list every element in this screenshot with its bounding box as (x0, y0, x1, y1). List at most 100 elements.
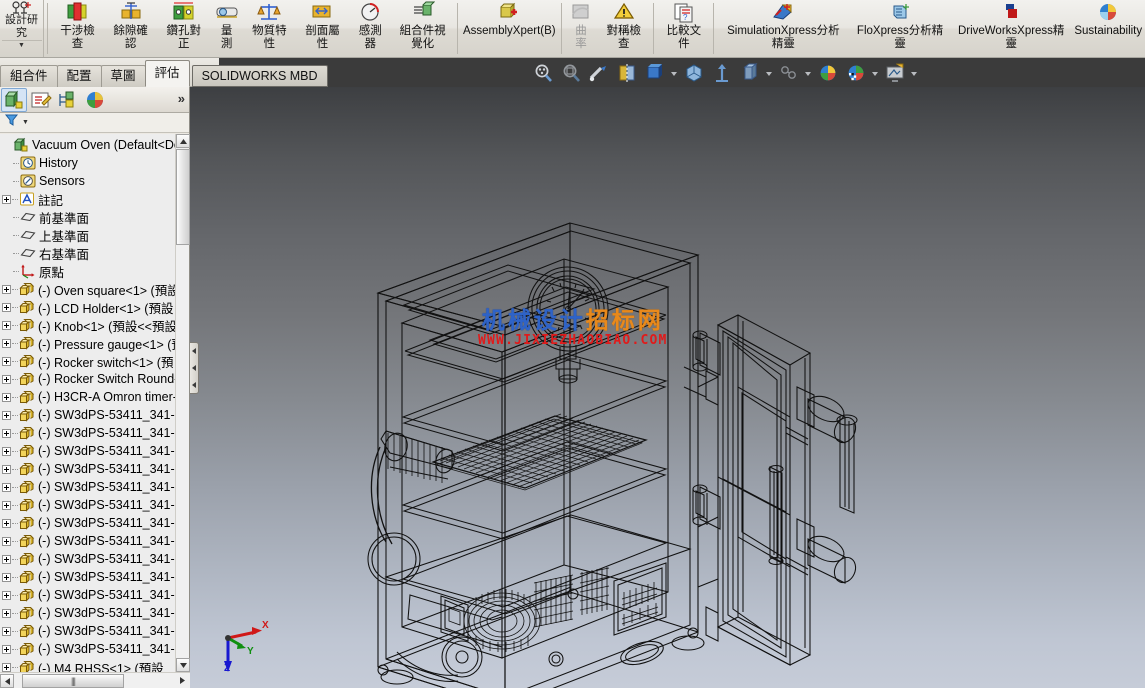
ribbon-button-hole-alignment[interactable]: 鑽孔對正 (157, 0, 210, 57)
tree-row[interactable]: (-) SW3dPS-53411_341-F (0, 586, 175, 604)
tree-expand-icon[interactable] (2, 392, 11, 402)
tree-expand-icon[interactable] (2, 590, 11, 600)
ribbon-button-mass-properties[interactable]: 物質特性 (243, 0, 296, 57)
tree-row[interactable]: (-) Pressure gauge<1> (預 (0, 334, 175, 352)
tree-expand-icon[interactable] (2, 554, 11, 564)
tree-expand-icon[interactable] (2, 482, 11, 492)
view-settings-icon[interactable] (817, 62, 839, 84)
zoom-to-area-icon[interactable] (560, 62, 582, 84)
tree-expand-icon[interactable] (2, 320, 11, 330)
ribbon-button-flo-xpress[interactable]: FloXpress分析精靈 (849, 0, 951, 57)
tree-expand-icon[interactable] (2, 572, 11, 582)
tab-layout[interactable]: 配置 (56, 65, 102, 87)
ribbon-button-curvature[interactable]: 曲率 (565, 0, 598, 57)
feature-tree[interactable]: Vacuum Oven (Default<Def History Sensors 註… (0, 134, 175, 672)
tree-row[interactable]: (-) SW3dPS-53411_341-F (0, 622, 175, 640)
tree-expand-icon[interactable] (2, 302, 11, 312)
tree-row[interactable]: 前基準面 (0, 208, 175, 226)
tree-expand-icon[interactable] (2, 536, 11, 546)
ribbon-button-measure[interactable]: 量測 (210, 0, 243, 57)
tree-row[interactable]: (-) SW3dPS-53411_341-F (0, 496, 175, 514)
ribbon-button-sensor[interactable]: 感測器 (349, 0, 391, 57)
tree-expand-icon[interactable] (2, 500, 11, 510)
tree-row[interactable]: (-) SW3dPS-53411_341-F (0, 514, 175, 532)
tree-row[interactable]: (-) SW3dPS-53411_341-F (0, 550, 175, 568)
tab-evaluate[interactable]: 評估 (144, 60, 190, 87)
tree-row[interactable]: (-) SW3dPS-53411_341-F (0, 424, 175, 442)
tree-row[interactable]: (-) Knob<1> (預設<<預設 (0, 316, 175, 334)
tree-row-root[interactable]: Vacuum Oven (Default<Def (0, 136, 175, 154)
view-settings-screen-icon[interactable] (884, 62, 906, 84)
ribbon-button-assembly-xpert[interactable]: AssemblyXpert(B) (461, 0, 558, 57)
tree-expand-icon[interactable] (2, 518, 11, 528)
ribbon-group-design-study[interactable]: 設計研究 ▼ (0, 0, 44, 57)
tree-row[interactable]: (-) LCD Holder<1> (預設 (0, 298, 175, 316)
ribbon-button-sustainability[interactable]: Sustainability (1071, 0, 1145, 57)
tree-expand-icon[interactable] (2, 644, 11, 654)
tree-scroll-up-button[interactable] (176, 134, 190, 148)
tree-row[interactable]: (-) SW3dPS-53411_341-F (0, 406, 175, 424)
tree-expand-icon[interactable] (2, 608, 11, 618)
tree-scroll-left-button[interactable] (0, 674, 14, 688)
tree-row[interactable]: 上基準面 (0, 226, 175, 244)
apply-scene-icon[interactable] (778, 62, 800, 84)
view-orientation-dropdown-icon[interactable] (670, 62, 679, 84)
graphics-viewport[interactable]: 机械设计招标网 WWW.JIXIEZHAOBIAO.COM X Y Z (190, 87, 1145, 688)
tab-assembly[interactable]: 組合件 (0, 65, 58, 87)
filter-icon[interactable] (4, 113, 19, 132)
tree-vertical-scrollbar[interactable] (175, 134, 190, 672)
edit-appearance-dropdown-icon[interactable] (765, 62, 774, 84)
tree-expand-icon[interactable] (2, 464, 11, 474)
display-manager-tab[interactable] (82, 88, 108, 112)
tree-scroll-right-button[interactable] (176, 674, 190, 688)
tree-row[interactable]: 右基準面 (0, 244, 175, 262)
tree-expand-icon[interactable] (2, 428, 11, 438)
design-study-dropdown[interactable]: ▼ (1, 40, 42, 50)
ribbon-button-section-properties[interactable]: 剖面屬性 (296, 0, 349, 57)
display-manager-ball-icon[interactable] (845, 62, 867, 84)
property-manager-tab[interactable] (28, 88, 54, 112)
view-settings-dropdown-icon[interactable] (910, 62, 919, 84)
ribbon-button-interference-check[interactable]: 干涉檢查 (51, 0, 104, 57)
tree-row[interactable]: (-) SW3dPS-53411_341-F (0, 478, 175, 496)
tree-row[interactable]: (-) SW3dPS-53411_341-F (0, 604, 175, 622)
tree-expand-icon[interactable] (2, 356, 11, 366)
ribbon-button-compare-documents[interactable]: ? 比較文件 (657, 0, 710, 57)
tree-expand-icon[interactable] (2, 410, 11, 420)
tree-row[interactable]: 註記 (0, 190, 175, 208)
tree-row[interactable]: (-) SW3dPS-53411_341-F (0, 532, 175, 550)
tree-expand-icon[interactable] (2, 662, 11, 672)
tree-expand-icon[interactable] (2, 194, 11, 204)
tree-hscroll-thumb[interactable]: ||| (22, 674, 124, 688)
view-orientation-icon[interactable] (644, 62, 666, 84)
tree-scroll-thumb[interactable] (176, 149, 190, 245)
panel-collapse-handle[interactable] (190, 342, 199, 394)
tab-solidworks-mbd[interactable]: SOLIDWORKS MBD (191, 65, 328, 87)
tree-row[interactable]: (-) SW3dPS-53411_341-F (0, 442, 175, 460)
panel-more-tabs-button[interactable]: » (178, 91, 185, 106)
tree-expand-icon[interactable] (2, 446, 11, 456)
tree-row[interactable]: Sensors (0, 172, 175, 190)
filter-dropdown-icon[interactable]: ▼ (22, 119, 29, 126)
tree-row[interactable]: (-) SW3dPS-53411_341-F (0, 460, 175, 478)
vacuum-oven-model[interactable] (190, 87, 1145, 688)
ribbon-button-driveworks-xpress[interactable]: DriveWorksXpress精靈 (951, 0, 1072, 57)
tree-expand-icon[interactable] (2, 284, 11, 294)
apply-scene-dropdown-icon[interactable] (804, 62, 813, 84)
ribbon-button-symmetry-check[interactable]: 對稱檢查 (597, 0, 650, 57)
tree-row[interactable]: (-) H3CR-A Omron timer- (0, 388, 175, 406)
section-view-icon[interactable] (616, 62, 638, 84)
tab-sketch[interactable]: 草圖 (100, 65, 146, 87)
hide-show-items-icon[interactable] (711, 62, 733, 84)
display-manager-dropdown-icon[interactable] (871, 62, 880, 84)
display-style-icon[interactable] (683, 62, 705, 84)
ribbon-button-assembly-visualization[interactable]: 組合件視覺化 (391, 0, 453, 57)
tree-expand-icon[interactable] (2, 374, 11, 384)
tree-row[interactable]: (-) Rocker switch<1> (預 (0, 352, 175, 370)
tree-row[interactable]: (-) Oven square<1> (預設 (0, 280, 175, 298)
tree-row[interactable]: (-) SW3dPS-53411_341-F (0, 568, 175, 586)
ribbon-button-simulation-xpress[interactable]: SimulationXpress分析精靈 (717, 0, 849, 57)
previous-view-icon[interactable] (588, 62, 610, 84)
tree-row[interactable]: History (0, 154, 175, 172)
tree-scroll-down-button[interactable] (176, 658, 190, 672)
